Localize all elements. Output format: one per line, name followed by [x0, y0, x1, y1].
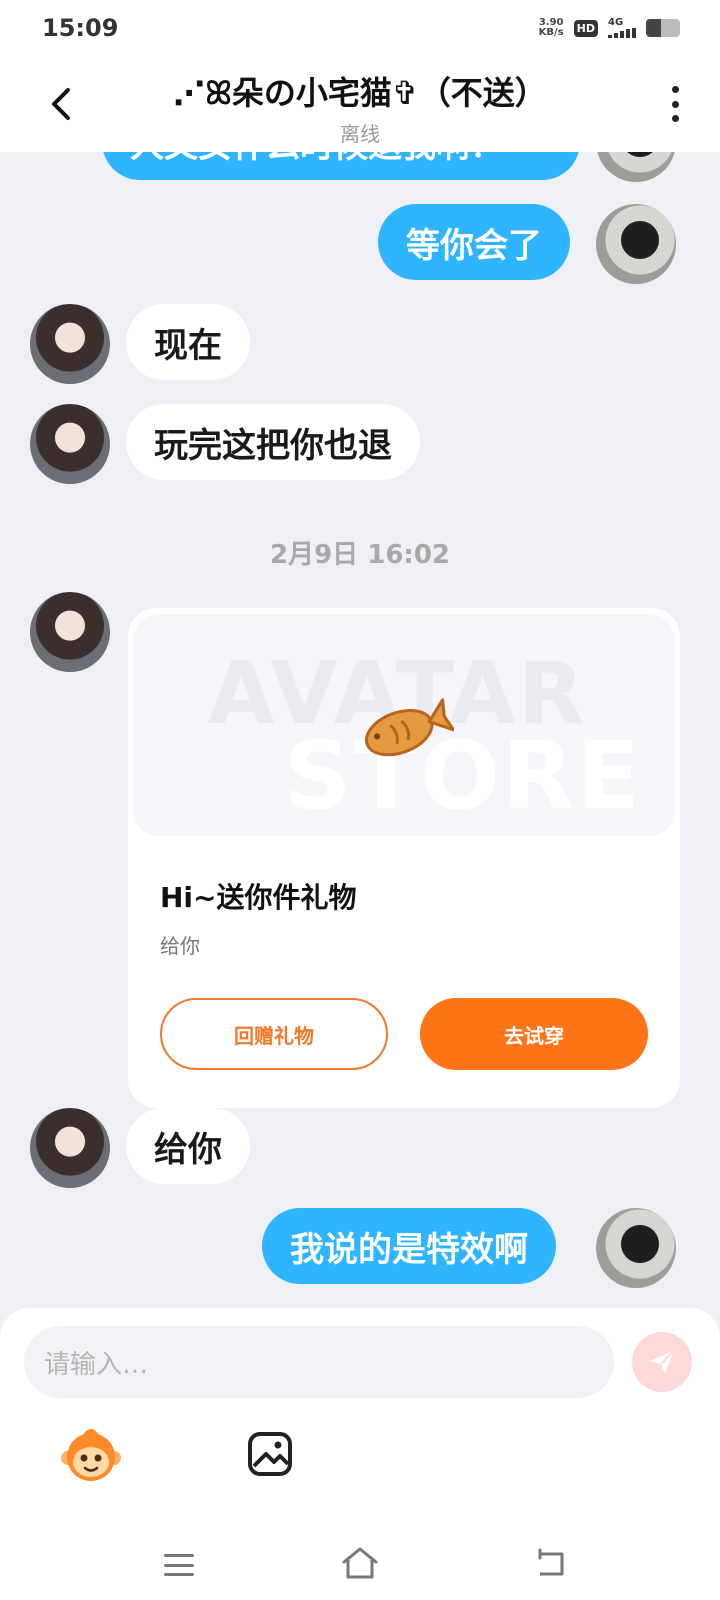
signal-icon: 4G — [608, 18, 636, 38]
battery-fill — [646, 19, 662, 37]
input-panel: 请输入… — [0, 1308, 720, 1600]
message-bubble-incoming[interactable]: 现在 — [126, 304, 250, 380]
more-options-button[interactable] — [660, 82, 690, 126]
message-bubble-incoming[interactable]: 给你 — [126, 1108, 250, 1184]
my-avatar[interactable] — [596, 204, 676, 284]
status-bar: 15:09 3.90 KB/s HD 4G — [0, 0, 720, 56]
network-speed: 3.90 KB/s — [539, 18, 564, 38]
chat-header: ⋰ꕤ朵の小宅猫✞（不送） 离线 — [0, 56, 720, 152]
chat-title: ⋰ꕤ朵の小宅猫✞（不送） — [173, 74, 547, 112]
gift-card[interactable]: AVATAR STORE Hi~送你件礼物 给你 回赠礼物 去试穿 — [128, 608, 680, 1108]
status-indicators: 3.90 KB/s HD 4G — [539, 18, 680, 38]
network-speed-unit: KB/s — [538, 27, 564, 38]
message-input[interactable]: 请输入… — [24, 1326, 614, 1398]
contact-avatar[interactable] — [30, 592, 110, 672]
monkey-emoji-icon[interactable] — [60, 1426, 122, 1488]
nav-menu-icon[interactable] — [164, 1554, 194, 1576]
banner-text-store: STORE — [284, 722, 643, 831]
contact-avatar[interactable] — [30, 404, 110, 484]
status-time: 15:09 — [42, 14, 119, 42]
send-button[interactable] — [632, 1332, 692, 1392]
online-status: 离线 — [340, 122, 380, 146]
nav-home-icon[interactable] — [340, 1546, 380, 1580]
message-bubble-incoming[interactable]: 玩完这把你也退 — [126, 404, 420, 480]
contact-avatar[interactable] — [30, 304, 110, 384]
hd-badge: HD — [573, 19, 598, 37]
more-vertical-icon — [671, 86, 679, 93]
return-gift-button[interactable]: 回赠礼物 — [160, 998, 388, 1070]
message-bubble-outgoing[interactable]: 我说的是特效啊 — [262, 1208, 556, 1284]
fish-cookie-icon — [364, 698, 454, 757]
time-divider: 2月9日 16:02 — [270, 540, 450, 570]
gift-title: Hi~送你件礼物 — [160, 881, 357, 914]
contact-avatar[interactable] — [30, 1108, 110, 1188]
try-on-button[interactable]: 去试穿 — [420, 998, 648, 1070]
gift-banner: AVATAR STORE — [134, 614, 674, 836]
battery-icon — [646, 19, 680, 37]
message-bubble-outgoing[interactable]: 等你会了 — [378, 204, 570, 280]
gift-subtitle: 给你 — [160, 934, 200, 958]
nav-back-icon[interactable] — [534, 1548, 568, 1578]
system-nav-bar — [0, 1526, 720, 1600]
image-icon[interactable] — [246, 1430, 294, 1478]
send-icon — [650, 1349, 675, 1374]
my-avatar[interactable] — [596, 1208, 676, 1288]
signal-bars — [608, 28, 636, 38]
network-type: 4G — [608, 17, 624, 28]
